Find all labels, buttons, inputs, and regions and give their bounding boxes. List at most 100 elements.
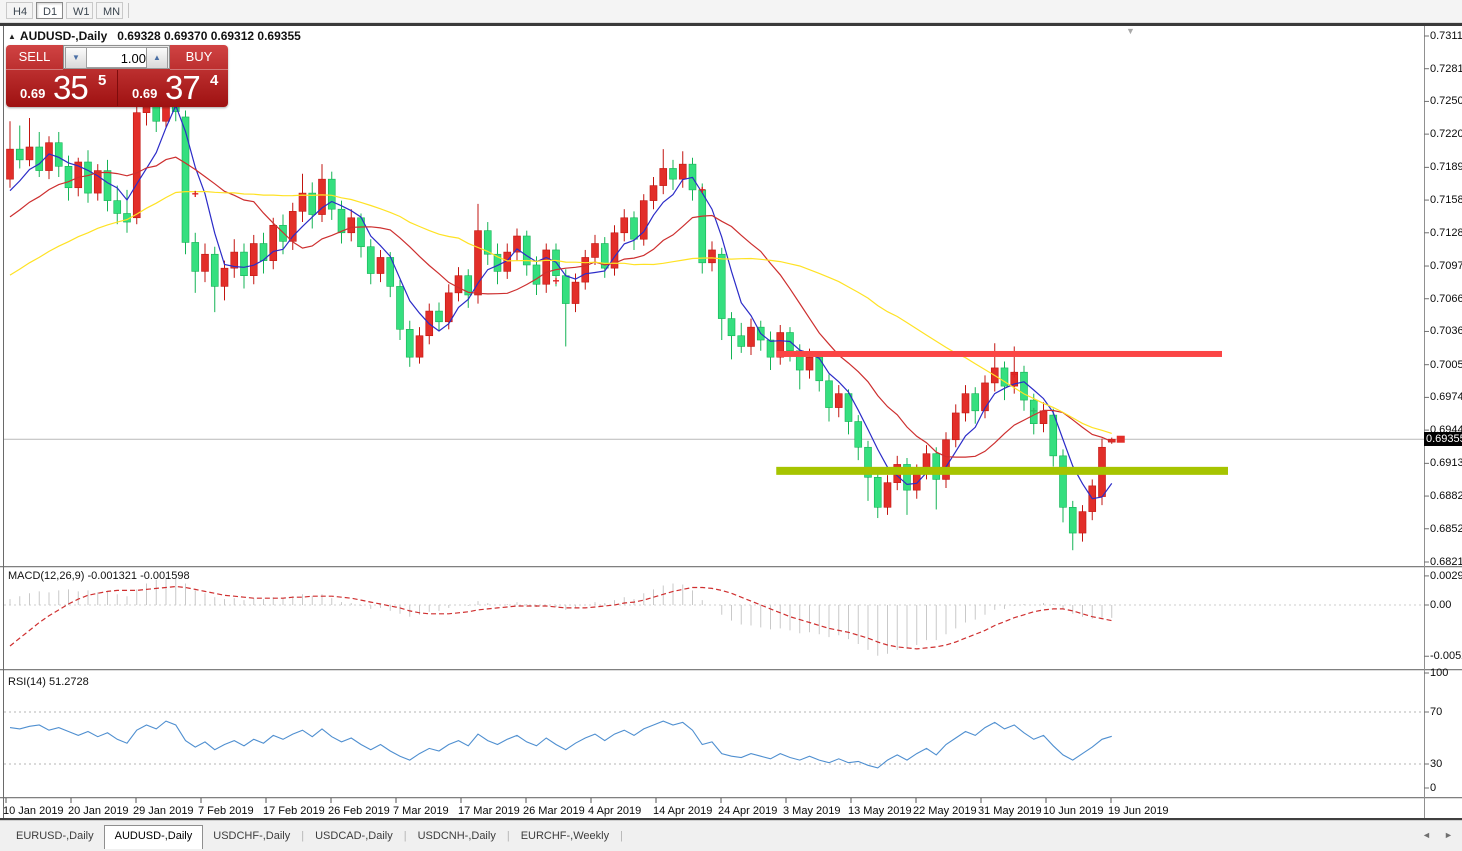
date-axis-label: 4 Apr 2019 [588, 805, 642, 817]
candle-body [815, 356, 824, 382]
candle-body [727, 318, 736, 337]
candle-body [347, 217, 356, 234]
symbol-collapse-icon[interactable]: ▲ [8, 32, 16, 41]
tab-scroll-left-icon[interactable]: ◄ [1422, 830, 1431, 840]
rsi-indicator-label: RSI(14) 51.2728 [8, 676, 89, 688]
candle-body [669, 168, 677, 180]
candle-body [210, 253, 219, 287]
candle-body [396, 286, 404, 330]
pane-divider [0, 567, 1462, 568]
tab-usdchf-daily[interactable]: USDCHF-,Daily [203, 826, 300, 847]
date-axis-label: 26 Mar 2019 [523, 805, 585, 817]
candle-body [84, 161, 92, 194]
price-axis-label: 0.68210 [1430, 556, 1462, 568]
tab-audusd-daily[interactable]: AUDUSD-,Daily [103, 825, 204, 849]
rsi-axis-label: 30 [1430, 758, 1443, 770]
candle-body [1020, 371, 1028, 401]
tab-separator: | [620, 830, 623, 842]
candle-body [737, 335, 746, 347]
ask-price-prefix: 0.69 [132, 86, 158, 101]
bid-price-sup: 5 [98, 72, 107, 89]
tab-usdcnh-daily[interactable]: USDCNH-,Daily [408, 826, 506, 847]
candle-body [337, 208, 346, 234]
fractal-marker: + [699, 183, 706, 197]
date-axis-label: 17 Mar 2019 [458, 805, 520, 817]
sell-button[interactable]: SELL [6, 45, 63, 70]
candle-body [698, 189, 707, 264]
candle-body [1078, 511, 1087, 534]
candle-body [64, 165, 73, 189]
tab-usdcad-daily[interactable]: USDCAD-,Daily [305, 826, 403, 847]
volume-increase-icon[interactable]: ▲ [146, 47, 168, 69]
date-axis-label: 3 May 2019 [783, 805, 841, 817]
pane-divider [0, 669, 1462, 670]
price-axis-label: 0.68825 [1430, 490, 1462, 503]
date-axis-label: 14 Apr 2019 [653, 805, 713, 817]
candle-body [298, 192, 307, 212]
price-axis-label: 0.70665 [1430, 292, 1462, 305]
tab-eurchf-weekly[interactable]: EURCHF-,Weekly [511, 826, 619, 847]
tab-eurusd-daily[interactable]: EURUSD-,Daily [6, 826, 104, 847]
candle-body [240, 251, 248, 276]
price-axis-label: 0.71280 [1430, 226, 1462, 239]
candle-body [25, 146, 34, 161]
candle-body [15, 148, 24, 161]
chart-canvas[interactable]: + + + + + [0, 0, 1462, 851]
support-line [776, 466, 1228, 475]
candle-body [981, 382, 989, 412]
macd-axis-label: -0.005256 [1430, 650, 1462, 663]
candle-body [1068, 507, 1077, 534]
candle-body [113, 200, 122, 214]
ask-price-button[interactable]: 0.69 37 4 [118, 69, 228, 106]
candle-body [951, 412, 960, 441]
resistance-line [776, 350, 1222, 357]
axis-border [1424, 26, 1425, 818]
price-axis-label: 0.70360 [1430, 325, 1462, 338]
panel-collapse-icon[interactable]: ▼ [1126, 26, 1135, 36]
candle-body [883, 482, 892, 508]
one-click-trading-panel: SELL ▼ ▲ BUY 0.69 35 5 0.69 37 4 [6, 45, 228, 107]
candle-body [35, 146, 44, 171]
price-axis-label: 0.71585 [1430, 194, 1462, 207]
candle-body [1059, 455, 1067, 508]
macd-axis-label: 0.002984 [1430, 569, 1462, 582]
fractal-marker: + [192, 187, 199, 201]
candle-body [932, 453, 941, 480]
date-axis-label: 24 Apr 2019 [718, 805, 778, 817]
price-axis-label: 0.70970 [1430, 260, 1462, 273]
candle-body [220, 267, 229, 287]
candle-body [678, 163, 687, 180]
candle-body [532, 264, 541, 285]
volume-stepper: ▼ ▲ [63, 45, 170, 69]
candle-body [415, 335, 424, 358]
candle-body [376, 257, 385, 274]
candle-body [971, 393, 980, 412]
rsi-line [9, 720, 1112, 769]
candle-body [649, 185, 658, 201]
chart-title: ▲ AUDUSD-,Daily 0.69328 0.69370 0.69312 0.… [8, 29, 301, 43]
price-axis-label: 0.71890 [1430, 161, 1462, 174]
price-axis-label: 0.69130 [1430, 457, 1462, 470]
candle-body [327, 178, 336, 210]
tab-separator: | [506, 830, 510, 842]
volume-decrease-icon[interactable]: ▼ [65, 47, 87, 69]
buy-button[interactable]: BUY [170, 45, 228, 70]
candle-body [708, 249, 716, 264]
candle-body [561, 275, 570, 304]
ask-price-big: 37 [165, 69, 201, 106]
candle-body [766, 339, 775, 358]
ma-line-34 [9, 190, 1112, 434]
candle-body [1049, 414, 1058, 457]
price-axis-label: 0.72810 [1430, 62, 1462, 75]
price-axis-label: 0.70050 [1430, 358, 1462, 371]
tab-scroll-right-icon[interactable]: ► [1444, 830, 1453, 840]
volume-input[interactable] [86, 47, 149, 68]
candle-body [825, 380, 833, 408]
bid-price-button[interactable]: 0.69 35 5 [6, 69, 116, 106]
candle-body [961, 393, 970, 414]
pane-divider [0, 566, 1462, 567]
price-axis-label: 0.68520 [1430, 522, 1462, 535]
date-axis-label: 10 Jan 2019 [3, 805, 64, 817]
candle-body [269, 224, 278, 261]
candle-body [805, 356, 814, 371]
